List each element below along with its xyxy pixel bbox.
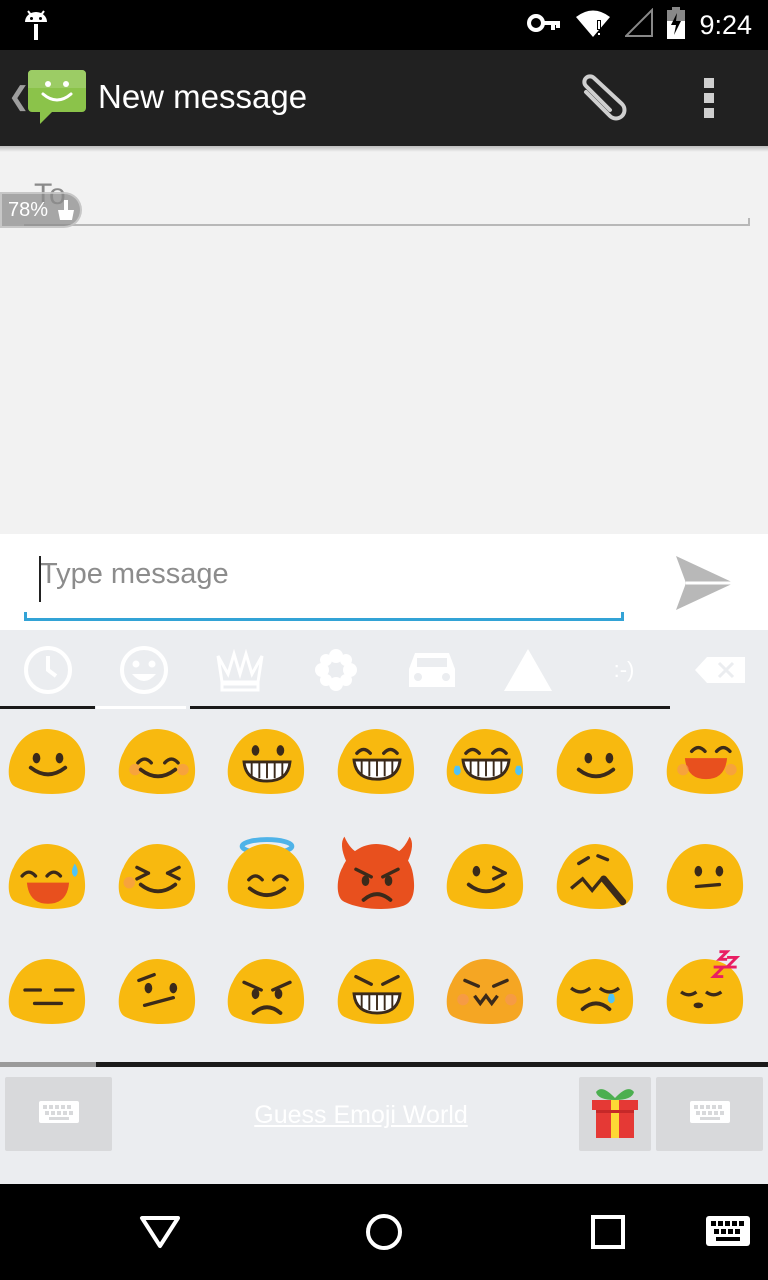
confounded-face-emoji[interactable]	[550, 833, 646, 929]
triangle-symbol-icon[interactable]	[480, 642, 576, 698]
battery-overlay-percent: 78%	[8, 199, 49, 221]
to-field-underline[interactable]	[24, 218, 750, 226]
android-debug-icon	[22, 8, 50, 46]
recent-clock-icon[interactable]	[0, 642, 96, 698]
smiling-face-blush-emoji[interactable]	[112, 718, 208, 814]
winking-face-emoji[interactable]	[440, 833, 536, 929]
signal-icon	[624, 7, 654, 42]
crown-icon[interactable]	[192, 642, 288, 698]
grimacing-face-emoji[interactable]	[331, 948, 427, 1044]
squinting-tongue-face-emoji[interactable]	[112, 833, 208, 929]
car-icon[interactable]	[384, 642, 480, 698]
status-time: 9:24	[699, 9, 752, 40]
message-input-underline	[24, 612, 624, 621]
smiling-face-emoji[interactable]	[2, 718, 98, 814]
active-category-indicator	[96, 706, 186, 709]
status-bar: 9:24	[0, 0, 768, 50]
guess-emoji-world-link[interactable]: Guess Emoji World	[206, 1101, 516, 1130]
keyboard-icon	[689, 1101, 730, 1127]
neutral-face-emoji[interactable]	[660, 833, 756, 929]
angry-devil-face-emoji[interactable]	[331, 833, 427, 929]
confused-face-emoji[interactable]	[112, 948, 208, 1044]
keyboard-switch-left-button[interactable]	[5, 1077, 112, 1151]
expressionless-face-emoji[interactable]	[2, 948, 98, 1044]
category-divider	[190, 706, 670, 709]
back-nav-icon[interactable]	[138, 1214, 182, 1254]
angry-face-emoji[interactable]	[221, 948, 317, 1044]
backspace-icon[interactable]	[672, 642, 768, 698]
action-bar: ❮ New message	[0, 50, 768, 146]
wifi-alert-icon	[575, 8, 611, 42]
emoji-keyboard: :-) Guess Emoji World	[0, 630, 768, 1184]
battery-charging-icon	[667, 7, 686, 43]
navigation-bar	[0, 1184, 768, 1280]
keyboard-switch-icon[interactable]	[706, 1216, 750, 1250]
screen: 9:24 ❮ New message To 78%	[0, 0, 768, 1280]
laughing-face-emoji[interactable]	[660, 718, 756, 814]
send-icon[interactable]	[674, 554, 736, 616]
sleeping-face-emoji[interactable]	[660, 948, 756, 1044]
laughing-sweat-face-emoji[interactable]	[2, 833, 98, 929]
attach-icon[interactable]	[570, 72, 630, 132]
emoticon-text-icon[interactable]: :-)	[576, 642, 672, 698]
flower-icon[interactable]	[288, 642, 384, 698]
category-divider	[0, 706, 95, 709]
gift-icon	[588, 1084, 642, 1144]
grinning-face-smiling-eyes-emoji[interactable]	[331, 718, 427, 814]
message-input[interactable]: Type message	[40, 558, 229, 591]
emoticon-text-label: :-)	[613, 657, 635, 682]
recents-nav-icon[interactable]	[590, 1214, 626, 1254]
overflow-menu-icon[interactable]	[702, 76, 716, 124]
recipient-area: To 78%	[0, 146, 768, 534]
home-nav-icon[interactable]	[364, 1212, 404, 1256]
grinning-face-emoji[interactable]	[221, 718, 317, 814]
battery-overlay-widget[interactable]: 78%	[0, 192, 82, 228]
messaging-app-icon[interactable]	[26, 68, 88, 132]
emoji-category-bar: :-)	[0, 630, 768, 710]
action-bar-shadow	[0, 146, 768, 152]
pouting-face-emoji[interactable]	[440, 948, 536, 1044]
halo-face-emoji[interactable]	[221, 833, 317, 929]
face-tears-of-joy-emoji[interactable]	[440, 718, 536, 814]
crying-face-emoji[interactable]	[550, 948, 646, 1044]
gift-button[interactable]	[579, 1077, 651, 1151]
smiley-face-icon[interactable]	[96, 642, 192, 698]
key-icon	[527, 13, 561, 37]
broom-icon	[56, 198, 76, 226]
keyboard-switch-right-button[interactable]	[656, 1077, 763, 1151]
keyboard-icon	[38, 1101, 79, 1127]
compose-bar: Type message	[0, 534, 768, 630]
page-title: New message	[98, 78, 308, 115]
keyboard-bottom-bar: Guess Emoji World	[0, 1067, 768, 1184]
text-caret	[39, 556, 41, 602]
slightly-smiling-face-emoji[interactable]	[550, 718, 646, 814]
